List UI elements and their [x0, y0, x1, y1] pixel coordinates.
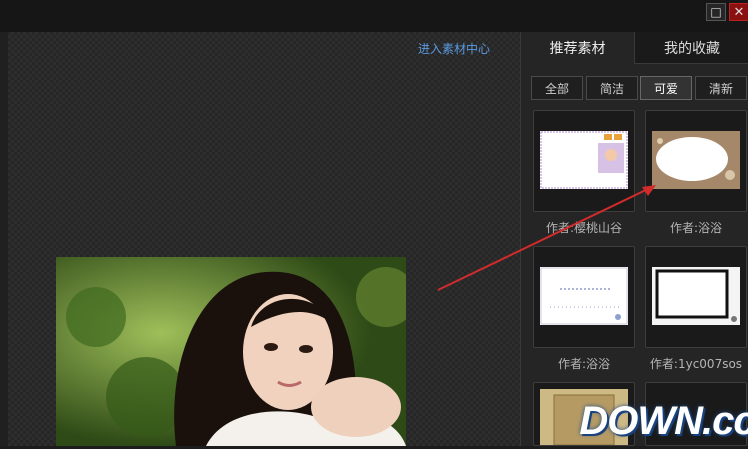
- tab-favorites-label: 我的收藏: [664, 40, 720, 57]
- subtab-label: 可爱: [653, 81, 678, 96]
- title-bar: □ ✕: [0, 0, 748, 33]
- material-author: 作者:浴浴: [557, 357, 611, 371]
- close-icon: ✕: [733, 4, 745, 20]
- subtab-label: 全部: [544, 81, 569, 96]
- enter-material-center-link[interactable]: 进入素材中心: [418, 40, 490, 57]
- subtab-label: 简洁: [599, 81, 624, 96]
- thumbnail-preview: [652, 267, 740, 325]
- material-sidebar: 推荐素材 我的收藏 全部 简洁 可爱 清新 作者:樱桃山谷 作者:浴浴 作者:浴…: [520, 32, 748, 446]
- tab-favorites[interactable]: 我的收藏: [635, 32, 748, 64]
- subtab-all[interactable]: 全部: [531, 76, 583, 100]
- material-author: 作者:樱桃山谷: [545, 221, 623, 235]
- frame-preview-image: [540, 131, 628, 189]
- subtab-fresh[interactable]: 清新: [695, 76, 747, 100]
- frame-preview-image: [540, 267, 628, 325]
- maximize-icon: □: [710, 5, 722, 19]
- material-thumbnail-4[interactable]: [645, 246, 747, 348]
- subtab-cute[interactable]: 可爱: [640, 76, 692, 100]
- subtab-label: 清新: [708, 81, 733, 96]
- subtab-simple[interactable]: 简洁: [586, 76, 638, 100]
- material-thumbnail-2[interactable]: [645, 110, 747, 212]
- canvas-photo[interactable]: [56, 257, 406, 446]
- site-watermark: DOWN.cc: [579, 398, 748, 443]
- tab-recommended[interactable]: 推荐素材: [521, 32, 635, 64]
- thumbnail-preview: [652, 131, 740, 189]
- left-edge: [0, 32, 8, 446]
- material-thumbnail-3[interactable]: [533, 246, 635, 348]
- maximize-button[interactable]: □: [706, 3, 726, 21]
- material-author: 作者:浴浴: [669, 221, 723, 235]
- material-author: 作者:1yc007sos: [649, 357, 743, 371]
- close-button[interactable]: ✕: [729, 3, 748, 21]
- photo-image: [56, 257, 406, 446]
- material-thumbnail-1[interactable]: [533, 110, 635, 212]
- thumbnail-preview: [540, 131, 628, 189]
- frame-preview-image: [652, 131, 740, 189]
- frame-preview-image: [652, 267, 740, 325]
- thumbnail-preview: [540, 267, 628, 325]
- tab-recommended-label: 推荐素材: [549, 41, 606, 57]
